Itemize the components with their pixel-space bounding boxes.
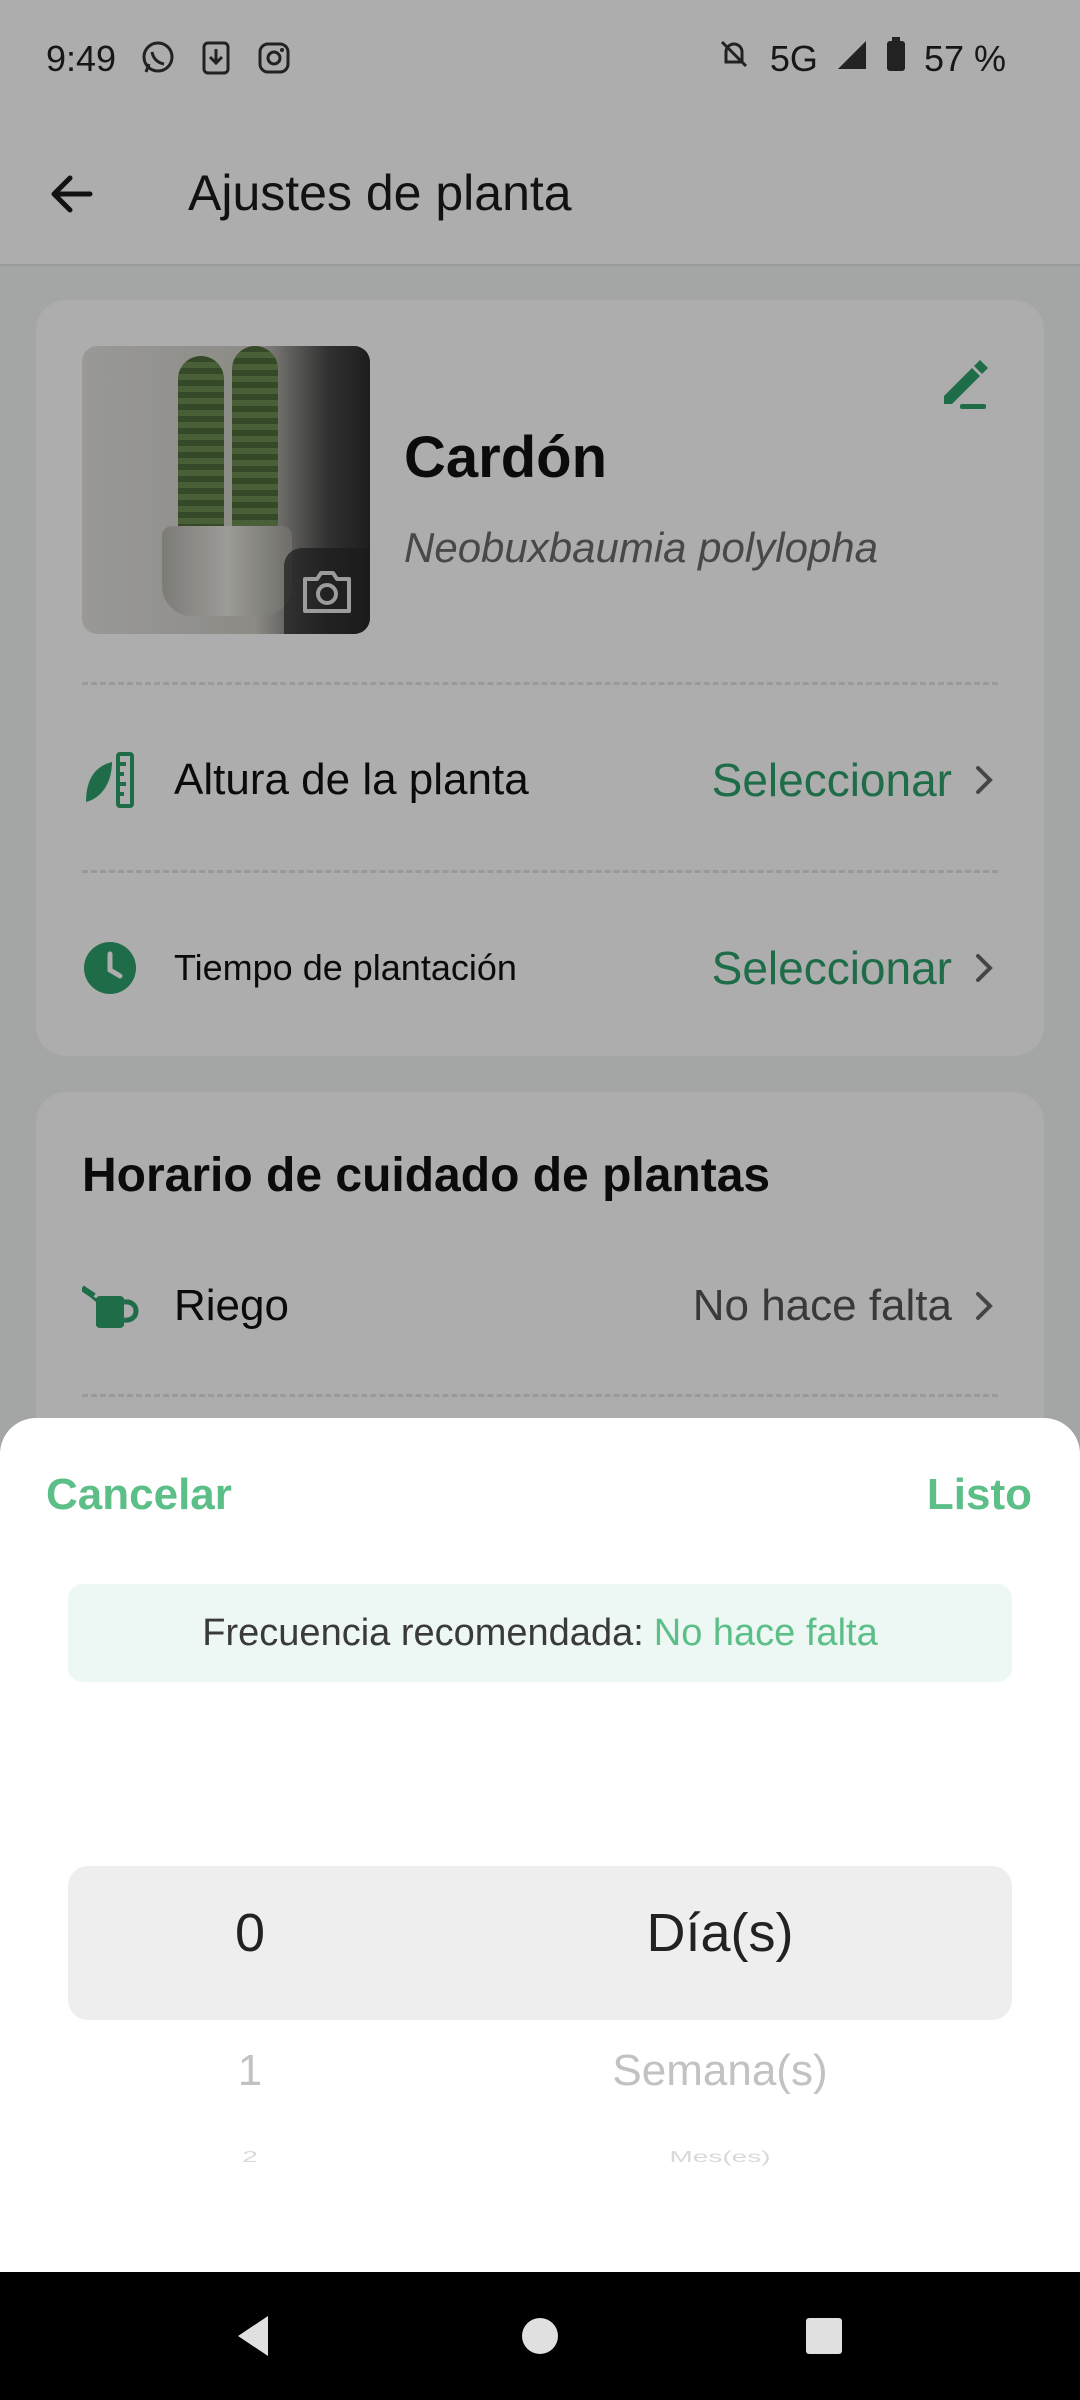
number-picker-option[interactable]: 1: [150, 2046, 350, 2096]
recommended-frequency-banner: Frecuencia recomendada: No hace falta: [68, 1584, 1012, 1682]
unit-picker-selected[interactable]: Día(s): [520, 1902, 920, 1964]
system-nav-bar: [0, 2272, 1080, 2400]
number-picker-selected[interactable]: 0: [150, 1902, 350, 1964]
unit-picker-option[interactable]: Mes(es): [520, 2148, 920, 2166]
done-button[interactable]: Listo: [927, 1470, 1032, 1520]
nav-recents-icon[interactable]: [798, 2310, 850, 2362]
recommended-frequency-value: No hace falta: [653, 1611, 878, 1654]
number-picker-option[interactable]: 2: [150, 2148, 350, 2166]
cancel-button[interactable]: Cancelar: [46, 1470, 232, 1520]
nav-home-icon[interactable]: [514, 2310, 566, 2362]
recommended-frequency-label: Frecuencia recomendada:: [202, 1611, 644, 1654]
unit-picker-option[interactable]: Semana(s): [520, 2046, 920, 2096]
nav-back-icon[interactable]: [228, 2310, 280, 2362]
frequency-bottom-sheet: Cancelar Listo Frecuencia recomendada: N…: [0, 1418, 1080, 2272]
